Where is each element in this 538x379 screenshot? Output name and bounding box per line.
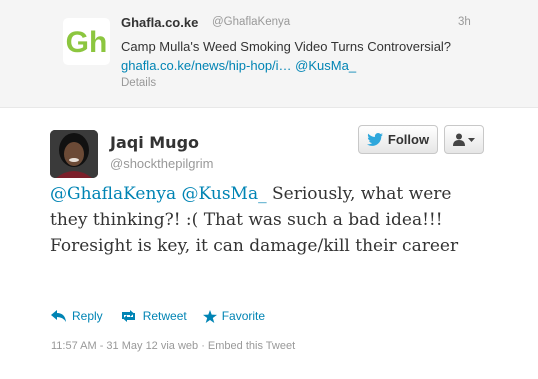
retweet-icon	[121, 310, 135, 322]
retweet-label: Retweet	[142, 309, 187, 323]
parent-article-link[interactable]: ghafla.co.ke/news/hip-hop/i…	[121, 58, 292, 73]
parent-author-name[interactable]: Ghafla.co.ke	[121, 15, 198, 30]
favorite-action[interactable]: Favorite	[202, 309, 266, 323]
parent-timestamp[interactable]: 3h	[458, 16, 471, 28]
mention-ghaflakenya[interactable]: @GhaflaKenya	[50, 184, 176, 204]
parent-tweet[interactable]: Gh Ghafla.co.ke @GhaflaKenya 3h Camp Mul…	[0, 0, 538, 108]
avatar-image	[50, 130, 98, 178]
parent-tweet-text: Camp Mulla's Weed Smoking Video Turns Co…	[121, 37, 521, 75]
caret-down-icon	[468, 137, 475, 142]
user-actions-dropdown[interactable]	[444, 125, 484, 154]
star-icon	[202, 309, 217, 323]
favorite-label: Favorite	[221, 309, 266, 323]
retweet-action[interactable]: Retweet	[119, 309, 187, 323]
follow-label: Follow	[387, 132, 430, 147]
mention-kusma[interactable]: @KusMa_	[182, 184, 267, 204]
ghafla-logo-icon: Gh	[66, 26, 108, 59]
logo-text: Gh	[66, 26, 108, 59]
reply-action[interactable]: Reply	[51, 309, 103, 323]
reply-label: Reply	[72, 309, 103, 323]
twitter-bird-icon	[366, 133, 383, 146]
parent-details-link[interactable]: Details	[121, 77, 156, 89]
tweet-text: @GhaflaKenya @KusMa_ Seriously, what wer…	[50, 181, 490, 259]
tweet-actions: Reply Retweet Favorite	[51, 309, 281, 323]
ghafla-logo[interactable]: Gh	[63, 18, 110, 65]
parent-text-body: Camp Mulla's Weed Smoking Video Turns Co…	[121, 39, 452, 54]
reply-icon	[51, 310, 66, 322]
parent-author-handle[interactable]: @GhaflaKenya	[212, 16, 290, 28]
avatar[interactable]	[50, 130, 98, 178]
author-name[interactable]: Jaqi Mugo	[110, 133, 199, 152]
user-icon	[453, 133, 465, 146]
author-handle[interactable]: @shockthepilgrim	[110, 156, 214, 171]
parent-mention-kusma[interactable]: @KusMa_	[295, 58, 356, 73]
main-tweet: Jaqi Mugo @shockthepilgrim Follow @Ghafl…	[0, 108, 538, 379]
follow-button[interactable]: Follow	[358, 125, 438, 154]
tweet-meta: 11:57 AM - 31 May 12 via web · Embed thi…	[51, 340, 296, 352]
